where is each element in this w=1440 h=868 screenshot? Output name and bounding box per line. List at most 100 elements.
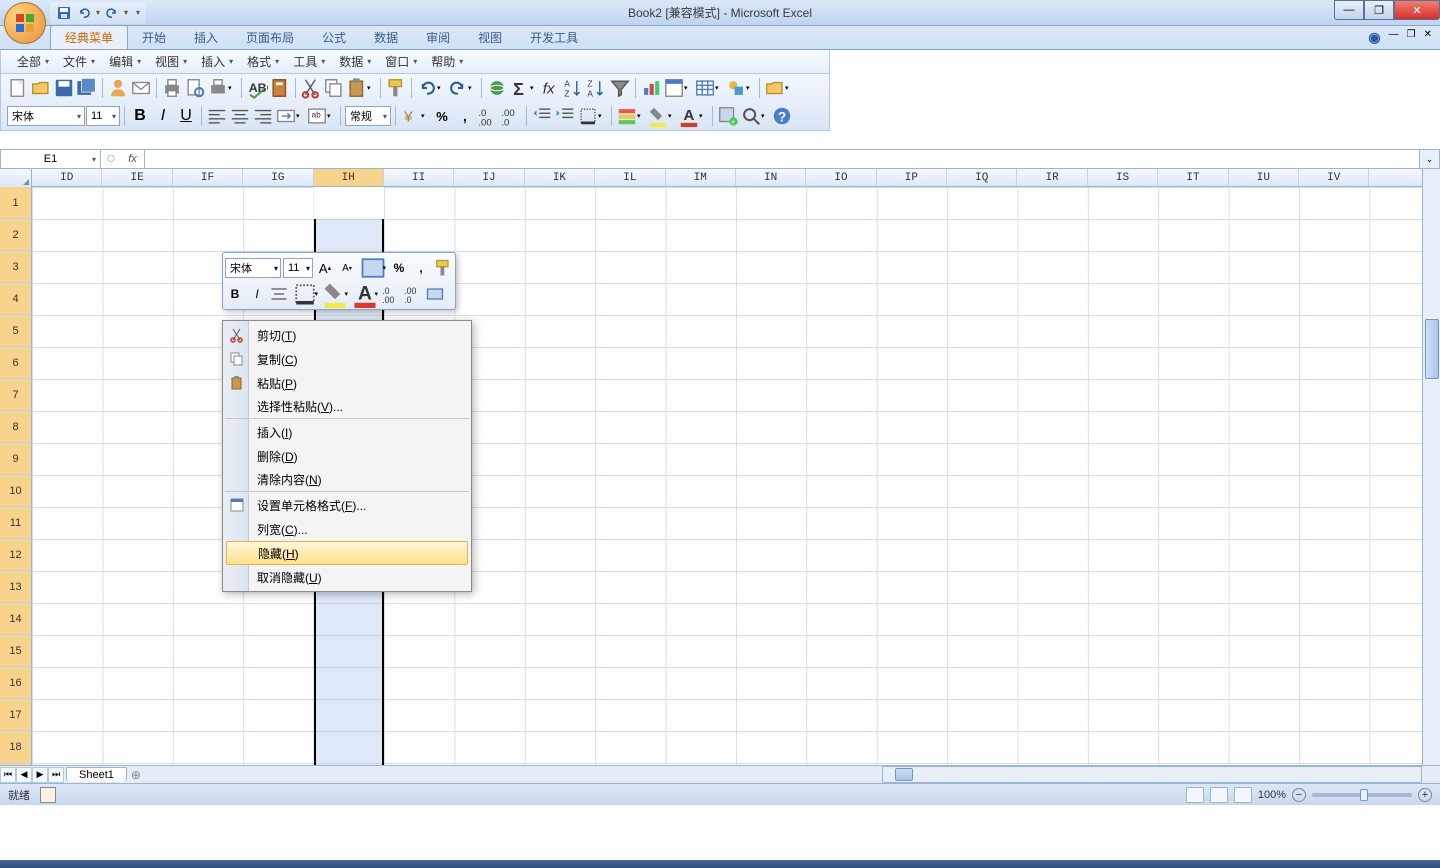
row-header[interactable]: 5 bbox=[0, 315, 31, 347]
row-header[interactable]: 6 bbox=[0, 347, 31, 379]
mini-shrink-font-icon[interactable]: A▾ bbox=[337, 258, 357, 278]
row-header[interactable]: 18 bbox=[0, 731, 31, 763]
zoom-slider[interactable] bbox=[1312, 793, 1412, 797]
row-header[interactable]: 10 bbox=[0, 475, 31, 507]
close-button[interactable]: ✕ bbox=[1394, 0, 1440, 20]
minimize-button[interactable]: — bbox=[1334, 0, 1364, 20]
mini-comma-icon[interactable]: , bbox=[411, 258, 431, 278]
undo-icon[interactable] bbox=[416, 77, 438, 99]
column-header[interactable]: IM bbox=[666, 169, 736, 186]
column-header[interactable]: IO bbox=[806, 169, 876, 186]
row-header[interactable]: 3 bbox=[0, 251, 31, 283]
mini-decrease-decimal-icon[interactable]: .00.0 bbox=[403, 284, 423, 304]
menu-data[interactable]: 数据 bbox=[333, 51, 377, 72]
zoom-out-icon[interactable]: − bbox=[1292, 788, 1306, 802]
mini-size-combo[interactable]: 11 bbox=[283, 258, 313, 278]
tab-insert[interactable]: 插入 bbox=[180, 26, 232, 49]
row-header[interactable]: 2 bbox=[0, 219, 31, 251]
bold-button[interactable]: B bbox=[129, 105, 151, 127]
column-header[interactable]: IU bbox=[1229, 169, 1299, 186]
quick-print-icon[interactable] bbox=[207, 77, 229, 99]
menu-help[interactable]: 帮助 bbox=[425, 51, 469, 72]
row-header[interactable]: 1 bbox=[0, 187, 31, 219]
sheet-tab[interactable]: Sheet1 bbox=[66, 767, 127, 782]
paste-icon[interactable] bbox=[346, 77, 368, 99]
column-header[interactable]: IE bbox=[102, 169, 172, 186]
tab-data[interactable]: 数据 bbox=[360, 26, 412, 49]
column-header[interactable]: IH bbox=[314, 169, 384, 186]
tab-nav-next[interactable]: ▶ bbox=[32, 767, 48, 783]
function-icon[interactable]: fx bbox=[540, 77, 562, 99]
tab-nav-last[interactable]: ⏭ bbox=[48, 767, 64, 783]
formula-bar-expand[interactable]: ⌄ bbox=[1419, 150, 1439, 168]
underline-button[interactable]: U bbox=[175, 105, 197, 127]
zoom-in-icon[interactable]: + bbox=[1418, 788, 1432, 802]
mini-font-combo[interactable]: 宋体 bbox=[225, 258, 281, 278]
column-header[interactable]: ID bbox=[32, 169, 102, 186]
column-header[interactable]: IQ bbox=[947, 169, 1017, 186]
mini-bold-button[interactable]: B bbox=[225, 284, 245, 304]
row-header[interactable]: 16 bbox=[0, 667, 31, 699]
redo-icon[interactable] bbox=[447, 77, 469, 99]
column-header[interactable]: II bbox=[384, 169, 454, 186]
context-menu-item[interactable]: 剪切(T) bbox=[225, 323, 469, 347]
column-header[interactable]: IL bbox=[595, 169, 665, 186]
open-icon[interactable] bbox=[30, 77, 52, 99]
save-all-icon[interactable] bbox=[76, 77, 98, 99]
tab-nav-prev[interactable]: ◀ bbox=[16, 767, 32, 783]
mini-italic-button[interactable]: I bbox=[247, 284, 267, 304]
mini-accounting-icon[interactable] bbox=[359, 258, 387, 278]
column-header[interactable]: IR bbox=[1017, 169, 1087, 186]
context-menu-item[interactable]: 清除内容(N) bbox=[225, 468, 469, 492]
row-header[interactable]: 7 bbox=[0, 379, 31, 411]
maximize-button[interactable]: ❐ bbox=[1364, 0, 1394, 20]
tab-home[interactable]: 开始 bbox=[128, 26, 180, 49]
tab-view[interactable]: 视图 bbox=[464, 26, 516, 49]
column-header[interactable]: IS bbox=[1088, 169, 1158, 186]
print-preview-icon[interactable] bbox=[184, 77, 206, 99]
context-menu-item[interactable]: 删除(D) bbox=[225, 444, 469, 468]
chart-icon[interactable] bbox=[640, 77, 662, 99]
cut-icon[interactable] bbox=[300, 77, 322, 99]
menu-edit[interactable]: 编辑 bbox=[103, 51, 147, 72]
column-header[interactable]: IV bbox=[1299, 169, 1369, 186]
print-icon[interactable] bbox=[161, 77, 183, 99]
undo-icon[interactable] bbox=[76, 5, 92, 21]
column-header[interactable]: IF bbox=[173, 169, 243, 186]
undo-dropdown[interactable]: ▾ bbox=[96, 8, 100, 17]
tab-formulas[interactable]: 公式 bbox=[308, 26, 360, 49]
increase-indent-icon[interactable] bbox=[554, 105, 576, 127]
email-icon[interactable] bbox=[130, 77, 152, 99]
horizontal-scrollbar[interactable] bbox=[882, 766, 1422, 783]
context-menu-item[interactable]: 列宽(C)... bbox=[225, 517, 469, 541]
context-menu-item[interactable]: 隐藏(H) bbox=[226, 541, 468, 565]
row-header[interactable]: 12 bbox=[0, 539, 31, 571]
column-header[interactable]: IK bbox=[525, 169, 595, 186]
row-header[interactable]: 15 bbox=[0, 635, 31, 667]
redo-dropdown[interactable]: ▾ bbox=[124, 8, 128, 17]
context-menu-item[interactable]: 选择性粘贴(V)... bbox=[225, 395, 469, 419]
permission-icon[interactable] bbox=[107, 77, 129, 99]
workbook-close-icon[interactable]: ✕ bbox=[1424, 29, 1432, 46]
decrease-indent-icon[interactable] bbox=[531, 105, 553, 127]
workbook-restore-icon[interactable]: ❐ bbox=[1407, 29, 1416, 46]
office-button[interactable] bbox=[4, 2, 46, 44]
mini-format-painter-icon[interactable] bbox=[433, 258, 453, 278]
mini-increase-decimal-icon[interactable]: .0.00 bbox=[381, 284, 401, 304]
mini-align-center-icon[interactable] bbox=[269, 284, 289, 304]
row-header[interactable]: 14 bbox=[0, 603, 31, 635]
mini-percent-icon[interactable]: % bbox=[389, 258, 409, 278]
context-menu-item[interactable]: 设置单元格格式(F)... bbox=[225, 493, 469, 517]
borders-icon[interactable] bbox=[577, 105, 599, 127]
percent-icon[interactable]: % bbox=[431, 105, 453, 127]
italic-button[interactable]: I bbox=[152, 105, 174, 127]
menu-all[interactable]: 全部 bbox=[11, 51, 55, 72]
zoom-level[interactable]: 100% bbox=[1258, 789, 1286, 801]
menu-format[interactable]: 格式 bbox=[241, 51, 285, 72]
column-header[interactable]: IN bbox=[736, 169, 806, 186]
tab-review[interactable]: 审阅 bbox=[412, 26, 464, 49]
context-menu-item[interactable]: 复制(C) bbox=[225, 347, 469, 371]
new-sheet-icon[interactable]: ⊕ bbox=[131, 768, 141, 782]
fx-cancel-icon[interactable]: ○ bbox=[101, 150, 121, 168]
sort-desc-icon[interactable]: ZA bbox=[586, 77, 608, 99]
